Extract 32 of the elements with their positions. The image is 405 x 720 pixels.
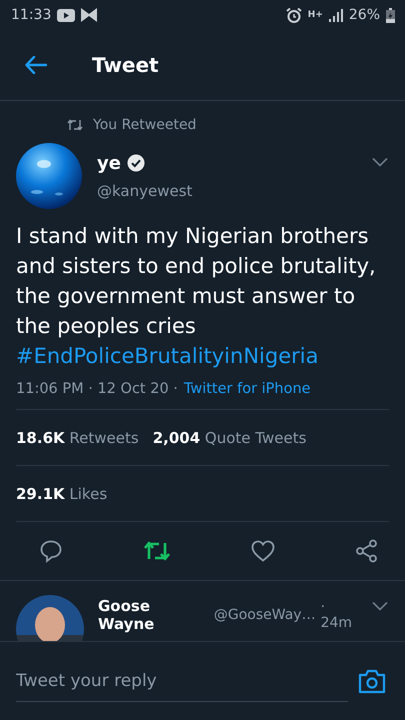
author-handle: @kanyewest	[97, 182, 194, 200]
source-link[interactable]: Twitter for iPhone	[184, 381, 311, 397]
battery-icon	[386, 8, 395, 22]
hashtag-link[interactable]: #EndPoliceBrutalityinNigeria	[16, 344, 318, 368]
camera-icon[interactable]	[358, 668, 386, 694]
clock-time: 11:33	[11, 7, 52, 23]
stat-count[interactable]: 18.6K Retweets	[16, 428, 139, 446]
reply-input[interactable]: Tweet your reply	[16, 660, 348, 702]
likes-count[interactable]: 29.1K Likes	[16, 484, 108, 502]
author-name: ye	[97, 152, 121, 174]
stat-count[interactable]: 2,004 Quote Tweets	[152, 428, 306, 446]
retweet-icon[interactable]	[143, 539, 171, 563]
bowtie-icon	[81, 8, 98, 22]
tweet-timestamp: 11:06 PM · 12 Oct 20 ·	[16, 381, 178, 397]
battery-percent: 26%	[348, 7, 380, 23]
network-type: H+	[308, 10, 323, 20]
heart-icon[interactable]	[251, 540, 275, 562]
retweet-note: You Retweeted	[93, 117, 196, 133]
reply-author-handle: @GooseWay…	[214, 607, 316, 623]
tweet-text: I stand with my Nigerian brothers and sisters to end police brutality, the government must answer to the peoples cries #EndPoliceBrutalityinNigeria	[16, 223, 377, 370]
alarm-clock-icon	[286, 8, 302, 22]
reply-author-name: Goose Wayne	[98, 597, 156, 633]
reply-time: · 24m	[320, 599, 354, 631]
chevron-down-icon[interactable]	[372, 157, 388, 167]
page-title: Tweet	[92, 53, 159, 77]
video-play-icon	[57, 8, 76, 22]
chevron-down-icon[interactable]	[372, 601, 388, 611]
share-icon[interactable]	[355, 539, 379, 563]
signal-icon	[328, 8, 343, 22]
reply-icon[interactable]	[39, 539, 63, 563]
retweet-icon	[67, 119, 83, 131]
back-arrow-icon[interactable]	[25, 56, 47, 74]
